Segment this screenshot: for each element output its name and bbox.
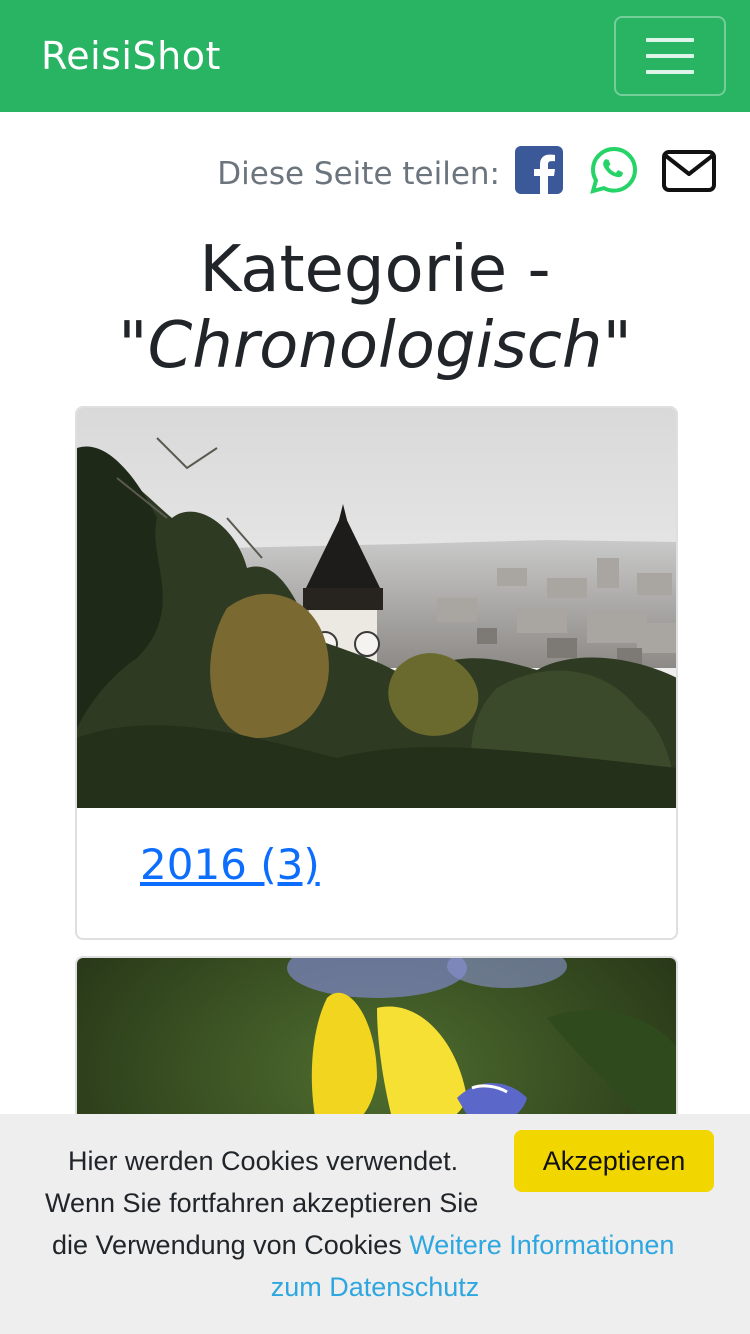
category-link[interactable]: 2016 (3) [140,840,320,890]
privacy-link[interactable]: Weitere Informationen [409,1230,674,1260]
cookie-line-1: Hier werden Cookies verwendet. [68,1146,459,1176]
page-title: Kategorie - "Chronologisch" [0,232,750,384]
brand-logo[interactable]: ReisiShot [41,34,221,78]
card-image[interactable] [77,408,677,808]
share-bar: Diese Seite teilen: [0,140,750,206]
title-prefix: Kategorie - [199,233,551,307]
navbar: ReisiShot [0,0,750,112]
category-card: 2016 (3) [75,406,678,940]
cookie-line-2: Wenn Sie fortfahren akzeptieren Sie [45,1188,479,1218]
facebook-icon[interactable] [515,146,563,194]
mail-icon[interactable] [662,150,716,192]
privacy-link-continued[interactable]: zum Datenschutz [0,1266,750,1308]
accept-cookies-button[interactable]: Akzeptieren [514,1130,714,1192]
title-category: "Chronologisch" [118,309,632,383]
cookie-banner: Hier werden Cookies verwendet. Wenn Sie … [0,1114,750,1334]
cookie-line-3-text: die Verwendung von Cookies [52,1230,410,1260]
hamburger-menu-icon [646,38,694,42]
cookie-line-3: die Verwendung von Cookies Weitere Infor… [52,1224,674,1266]
whatsapp-icon[interactable] [590,146,638,194]
hamburger-menu-icon [646,70,694,74]
menu-toggle-button[interactable] [614,16,726,96]
hamburger-menu-icon [646,54,694,58]
share-label: Diese Seite teilen: [217,156,500,192]
